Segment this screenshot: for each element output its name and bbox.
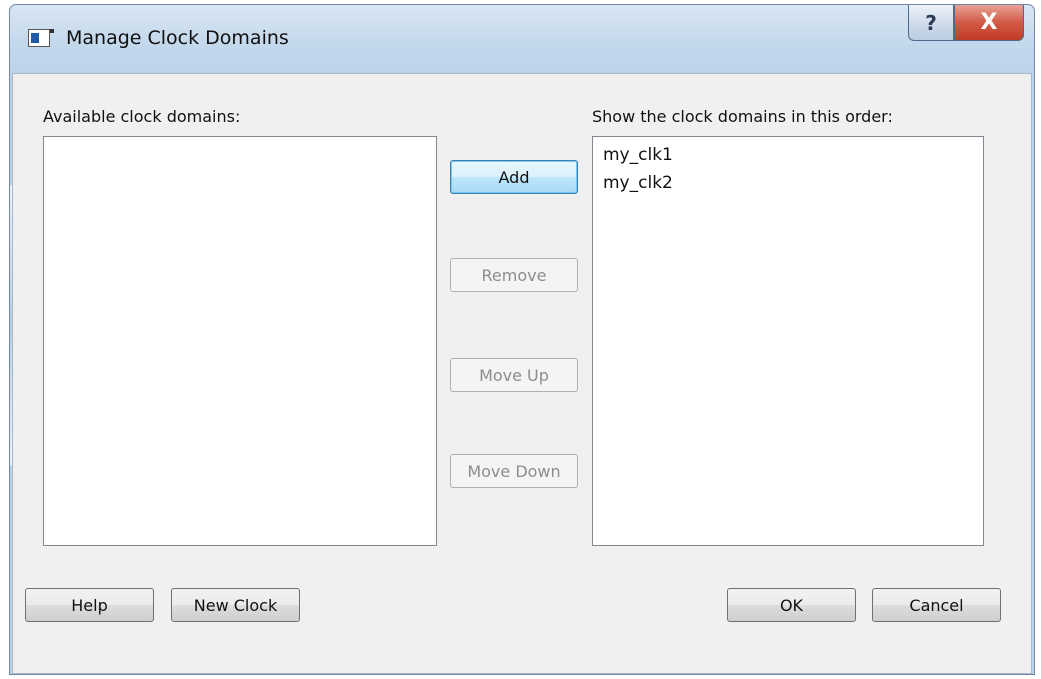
move-down-button[interactable]: Move Down bbox=[450, 454, 578, 488]
move-up-button[interactable]: Move Up bbox=[450, 358, 578, 392]
add-button[interactable]: Add bbox=[450, 160, 578, 194]
ordered-domains-label: Show the clock domains in this order: bbox=[592, 107, 893, 126]
list-item-my-clk1[interactable]: my_clk1 bbox=[603, 145, 673, 165]
window-title: Manage Clock Domains bbox=[66, 27, 289, 49]
manage-clock-domains-dialog: Manage Clock Domains ? X Available clock… bbox=[9, 4, 1035, 675]
title-bar[interactable]: Manage Clock Domains ? X bbox=[10, 5, 1034, 75]
list-item-my-clk2[interactable]: my_clk2 bbox=[603, 173, 673, 193]
cancel-button[interactable]: Cancel bbox=[872, 588, 1001, 622]
remove-button[interactable]: Remove bbox=[450, 258, 578, 292]
ordered-domains-list[interactable]: my_clk1 my_clk2 bbox=[592, 136, 984, 546]
dialog-app-icon[interactable] bbox=[28, 29, 54, 47]
help-button[interactable]: Help bbox=[25, 588, 154, 622]
close-icon[interactable]: X bbox=[954, 5, 1024, 41]
help-icon[interactable]: ? bbox=[908, 5, 954, 41]
dialog-client-area: Available clock domains: Show the clock … bbox=[12, 73, 1032, 674]
available-domains-list[interactable] bbox=[43, 136, 437, 546]
new-clock-button[interactable]: New Clock bbox=[171, 588, 300, 622]
ok-button[interactable]: OK bbox=[727, 588, 856, 622]
available-domains-label: Available clock domains: bbox=[43, 107, 241, 126]
